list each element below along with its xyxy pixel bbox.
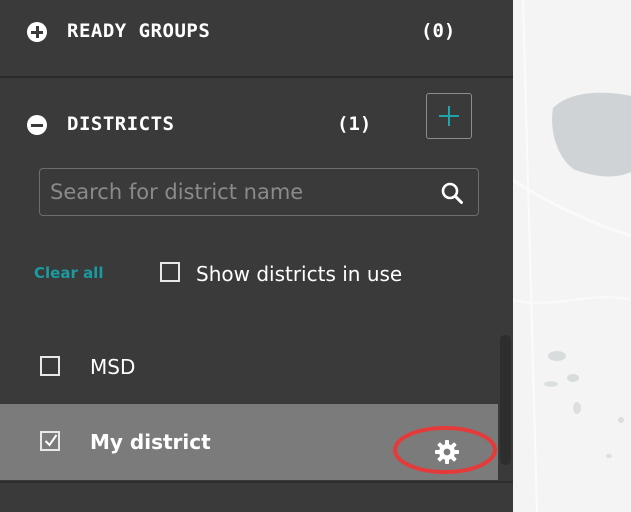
sidebar-panel: READY GROUPS (0) DISTRICTS (1) Clear	[0, 0, 513, 512]
plus-circle-icon[interactable]	[27, 22, 47, 42]
clear-all-link[interactable]: Clear all	[34, 264, 103, 282]
district-checkbox[interactable]	[40, 356, 60, 376]
ready-groups-title: READY GROUPS	[67, 20, 211, 42]
districts-title: DISTRICTS	[67, 113, 175, 135]
search-icon[interactable]	[440, 181, 464, 205]
show-in-use-checkbox[interactable]	[160, 262, 180, 282]
minus-circle-icon[interactable]	[27, 115, 47, 135]
highlight-ring-annotation	[393, 426, 497, 474]
district-name: My district	[90, 430, 211, 454]
sidebar-footer	[0, 481, 513, 512]
district-search	[39, 168, 479, 216]
ready-groups-header[interactable]: READY GROUPS (0)	[0, 20, 513, 42]
add-district-button[interactable]	[426, 93, 472, 139]
app-root: READY GROUPS (0) DISTRICTS (1) Clear	[0, 0, 631, 512]
map-view[interactable]	[513, 0, 631, 512]
list-item[interactable]: MSD	[0, 328, 498, 404]
show-in-use-label[interactable]: Show districts in use	[196, 262, 402, 286]
district-name: MSD	[90, 355, 136, 379]
map-features	[513, 0, 631, 512]
ready-groups-count: (0)	[421, 20, 456, 42]
district-checkbox-checked[interactable]	[40, 431, 60, 451]
list-scrollbar-thumb[interactable]	[500, 335, 511, 465]
districts-count: (1)	[337, 113, 372, 135]
search-input[interactable]	[50, 177, 425, 207]
checkmark-icon	[44, 434, 58, 447]
section-divider	[0, 76, 513, 78]
